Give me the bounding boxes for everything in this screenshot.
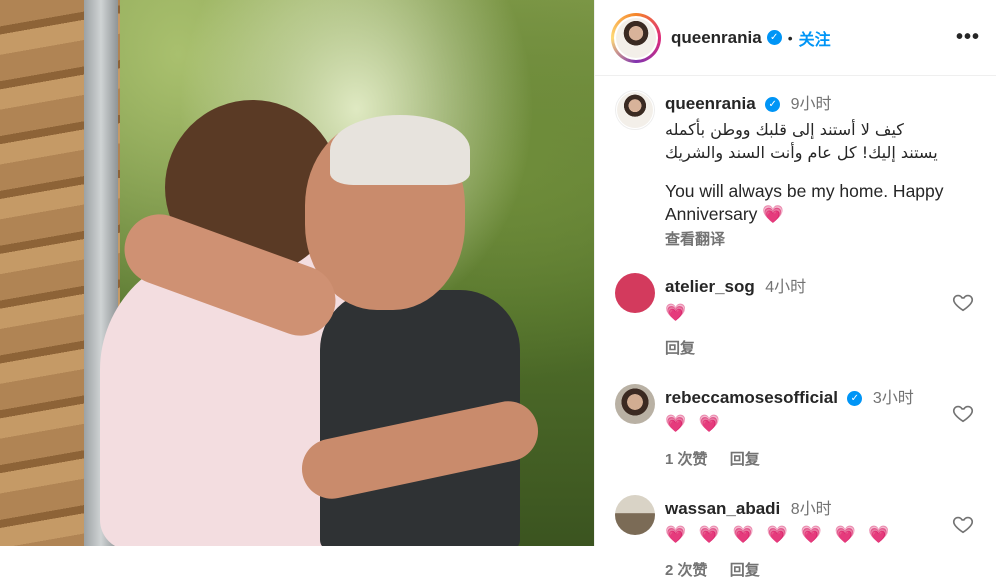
reply-button[interactable]: 回复 (730, 562, 760, 579)
see-translation-link[interactable]: 查看翻译 (665, 228, 980, 249)
comment-text: 💗 💗 💗 💗 💗 💗 💗 (665, 525, 894, 544)
heart-outline-icon[interactable] (952, 291, 974, 313)
post-photo[interactable] (0, 0, 594, 546)
caption: queenrania ✓ 9小时 كيف لا أستند إلى قلبك و… (615, 90, 980, 249)
caption-avatar[interactable] (615, 90, 655, 130)
comment-time[interactable]: 4小时 (765, 279, 806, 296)
follow-button[interactable]: 关注 (799, 26, 831, 50)
verified-badge-icon: ✓ (847, 391, 863, 407)
author-avatar[interactable] (611, 12, 661, 63)
comment-time[interactable]: 8小时 (791, 501, 832, 518)
caption-english: You will always be my home. Happy Annive… (665, 181, 944, 224)
verified-badge-icon: ✓ (765, 97, 781, 113)
commenter-avatar[interactable] (615, 495, 655, 535)
post-side-panel: queenrania ✓ • 关注 ••• queenrania ✓ 9小时 ك… (594, 0, 996, 579)
comment-text: 💗 (665, 303, 691, 322)
commenter-username[interactable]: wassan_abadi (665, 499, 780, 518)
comment-text: 💗 💗 (665, 414, 725, 433)
man-hair (330, 115, 470, 185)
comment-row: atelier_sog 4小时 💗 回复 (615, 273, 980, 358)
commenter-avatar[interactable] (615, 384, 655, 424)
caption-arabic: كيف لا أستند إلى قلبك ووطن بأكمله يستند … (665, 120, 938, 162)
commenter-username[interactable]: rebeccamosesofficial (665, 388, 838, 407)
verified-badge-icon: ✓ (766, 30, 782, 45)
author-avatar-photo (616, 17, 656, 58)
caption-time[interactable]: 9小时 (791, 96, 832, 113)
comment-row: wassan_abadi 8小时 💗 💗 💗 💗 💗 💗 💗 2 次赞 回复 (615, 495, 980, 580)
reply-button[interactable]: 回复 (665, 340, 695, 357)
author-username[interactable]: queenrania (671, 28, 762, 48)
comment-time[interactable]: 3小时 (873, 390, 914, 407)
more-options-icon[interactable]: ••• (956, 26, 980, 49)
comments-list: queenrania ✓ 9小时 كيف لا أستند إلى قلبك و… (595, 76, 996, 580)
caption-username[interactable]: queenrania (665, 94, 756, 113)
likes-count[interactable]: 1 次赞 (665, 451, 708, 468)
separator-dot: • (787, 29, 793, 46)
post-header: queenrania ✓ • 关注 ••• (595, 0, 996, 76)
reply-button[interactable]: 回复 (730, 451, 760, 468)
comment-row: rebeccamosesofficial ✓ 3小时 💗 💗 1 次赞 回复 (615, 384, 980, 469)
commenter-username[interactable]: atelier_sog (665, 277, 755, 296)
likes-count[interactable]: 2 次赞 (665, 562, 708, 579)
heart-outline-icon[interactable] (952, 402, 974, 424)
heart-outline-icon[interactable] (952, 513, 974, 535)
commenter-avatar[interactable] (615, 273, 655, 313)
